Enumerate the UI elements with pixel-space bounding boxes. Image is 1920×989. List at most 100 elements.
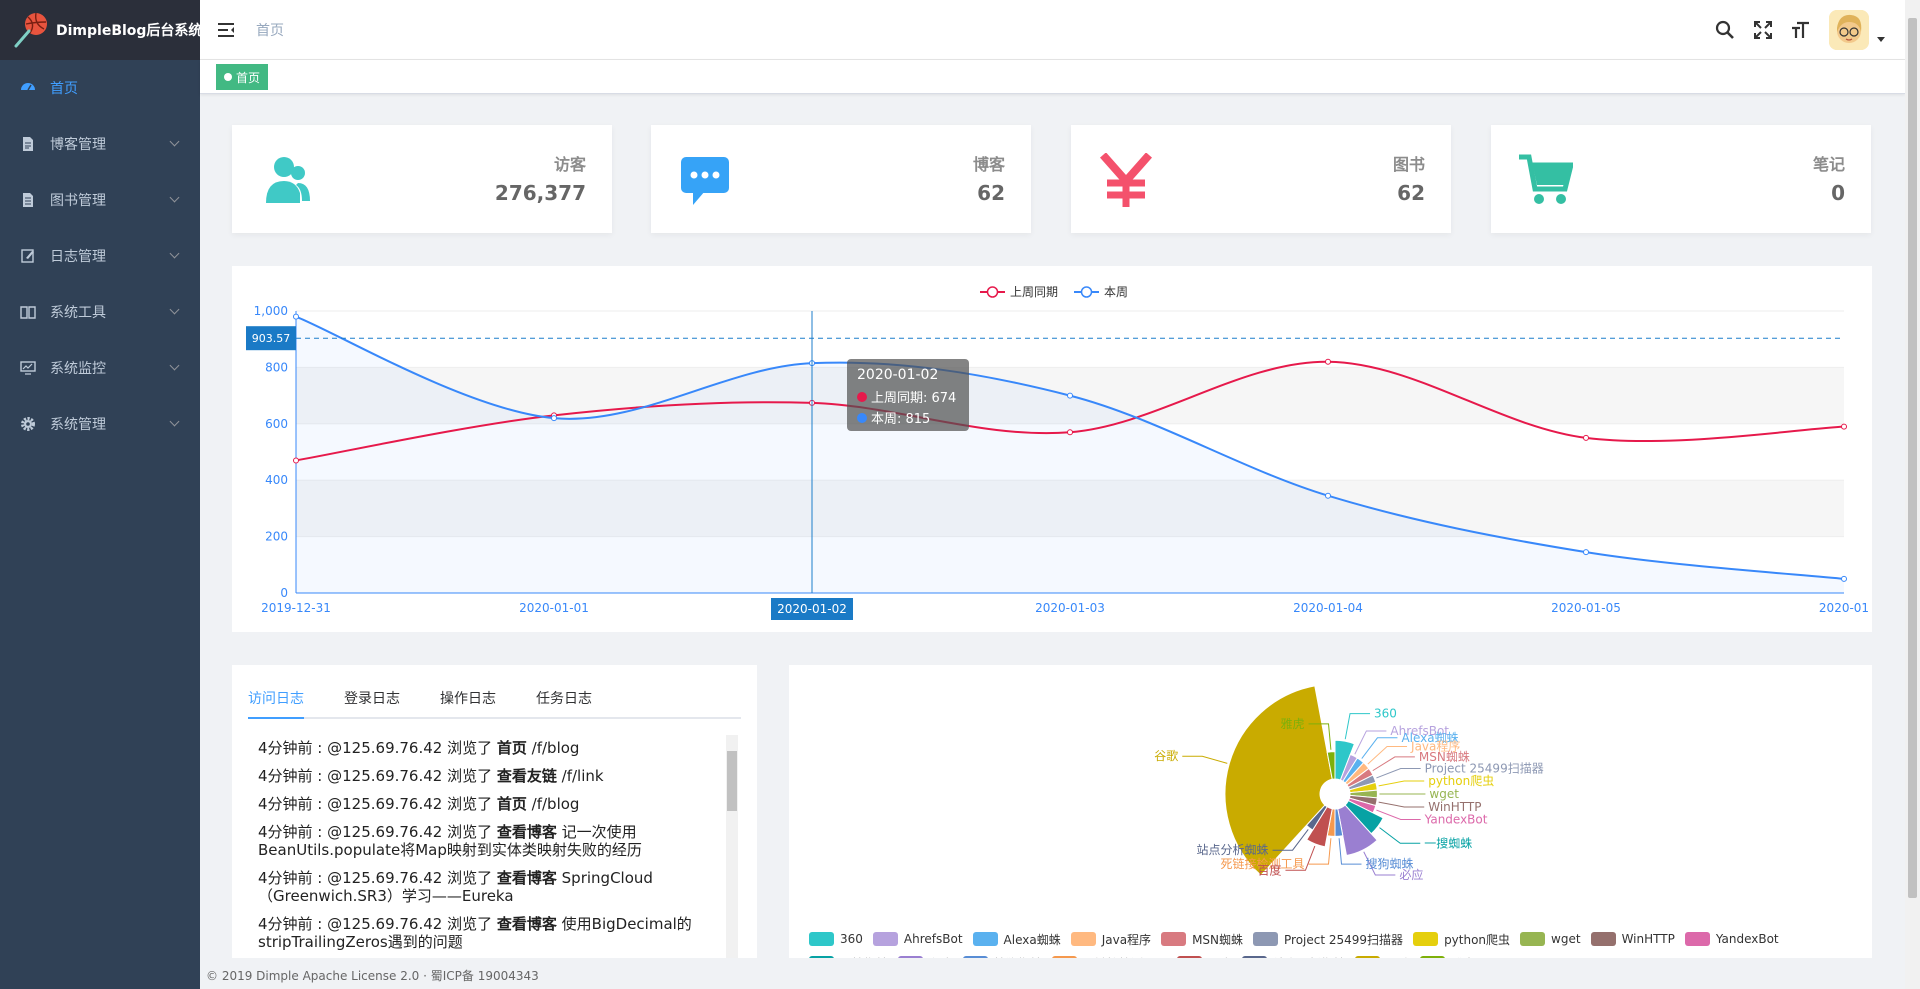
chevron-down-icon [169,360,180,371]
pie-label-line [1378,780,1425,787]
pie-label: 360 [1374,707,1397,721]
pie-center [1320,779,1350,809]
font-size-icon[interactable] [1789,18,1813,42]
legend-label: WinHTTP [1621,932,1675,946]
log-scrollbar[interactable] [726,735,738,958]
card-notes[interactable]: 笔记 0 [1491,125,1871,233]
sidebar-item-label: 图书管理 [50,193,106,209]
legend-item[interactable]: MSN蜘蛛 [1161,930,1243,948]
app-title: DimpleBlog后台系统 [56,23,203,39]
card-value: 276,377 [494,181,586,205]
tag-label: 首页 [236,70,261,85]
hamburger-icon[interactable] [216,20,236,40]
card-visitors[interactable]: 访客 276,377 [232,125,612,233]
legend-item[interactable]: Java程序 [1070,930,1151,948]
card-label: 博客 [972,155,1005,174]
chevron-down-icon [169,136,180,147]
legend-swatch [1413,932,1439,946]
card-blogs[interactable]: 博客 62 [651,125,1031,233]
tab-operation-log[interactable]: 操作日志 [440,689,496,719]
log-text: 查看博客 [496,823,557,841]
pie-chart[interactable]: 360AhrefsBotAlexa蜘蛛Java程序MSN蜘蛛Project 25… [789,665,1872,930]
y-tick-label: 1,000 [254,304,288,318]
page-scrollbar-thumb[interactable] [1908,18,1917,898]
tags-view: 首页 [200,60,1905,94]
sidebar-item-books[interactable]: 图书管理 [0,172,200,228]
log-text: 4分钟前 : @125.69.76.42 浏览了 [258,739,497,757]
tab-visit-log[interactable]: 访问日志 [248,689,304,719]
series-area [296,316,1844,593]
legend-swatch [1070,932,1096,946]
legend-item[interactable]: Alexa蜘蛛 [972,930,1061,948]
log-entry: 4分钟前 : @125.69.76.42 浏览了 查看友链 /f/link [258,767,718,785]
data-point [293,457,299,464]
y-tick-label: 400 [265,473,288,487]
sidebar-item-logs[interactable]: 日志管理 [0,228,200,284]
y-tick-label: 800 [265,360,288,374]
tag-dot [224,73,232,81]
pie-label: 一搜蜘蛛 [1424,835,1472,850]
log-text: 首页 [496,795,527,813]
pie-label-line [1379,827,1421,844]
log-text: /f/link [556,767,604,785]
legend-item[interactable]: AhrefsBot [872,930,963,948]
pie-label-line [1361,737,1398,759]
log-text: /f/blog [526,739,580,757]
search-icon[interactable] [1713,18,1737,42]
data-point [1583,549,1589,556]
pie-label-line [1378,801,1425,808]
legend-label: Project 25499扫描器 [1284,932,1404,947]
gear-icon [20,416,36,432]
log-text: 4分钟前 : @125.69.76.42 浏览了 [258,915,497,933]
sidebar-item-label: 博客管理 [50,137,106,153]
y-tick-label: 0 [280,586,288,600]
sidebar-item-tools[interactable]: 系统工具 [0,284,200,340]
pie-label-line [1376,768,1421,779]
legend-item[interactable]: 360 [809,930,863,948]
line-chart[interactable]: 0 200 400 600 800 1,000 2019-12-31 2020-01-01 20… [232,266,1872,632]
tab-login-log[interactable]: 登录日志 [344,689,400,719]
pie-legend: 360 AhrefsBot Alexa蜘蛛 Java程序 MSN蜘蛛 Project 25… [809,930,1869,958]
legend-swatch [872,932,898,946]
sidebar-item-home[interactable]: 首页 [0,60,200,116]
pie-label: 百度 [1257,862,1281,877]
data-point [1067,429,1073,436]
line-chart-panel: 0 200 400 600 800 1,000 2019-12-31 2020-01-01 20… [232,266,1872,632]
card-label: 访客 [553,155,586,174]
log-tabs: 访问日志 登录日志 操作日志 任务日志 [248,689,741,719]
sidebar-item-label: 系统监控 [50,361,106,377]
page-scrollbar[interactable] [1905,0,1920,989]
sidebar-item-label: 日志管理 [50,249,106,265]
chevron-down-icon [169,304,180,315]
money-icon [1099,152,1153,207]
card-books[interactable]: 图书 62 [1071,125,1451,233]
avatar[interactable] [1829,10,1869,50]
legend-item[interactable]: python爬虫 [1413,930,1510,948]
data-point [1325,358,1331,365]
breadcrumb: 首页 [256,22,284,39]
x-tick-label: 2020-01-03 [1035,601,1105,615]
log-entry: 4分钟前 : @125.69.76.42 浏览了 首页 /f/blog [258,739,718,757]
fullscreen-icon[interactable] [1751,18,1775,42]
pie-label: 站点分析蜘蛛 [1197,842,1269,857]
card-value: 62 [1397,181,1425,205]
caret-down-icon[interactable] [1877,36,1885,42]
pie-label: 雅虎 [1280,716,1304,731]
logo[interactable]: DimpleBlog后台系统 [0,0,203,60]
logo-icon [12,11,50,49]
tag-home[interactable]: 首页 [216,64,269,90]
x-tick-label: 2019-12-31 [261,601,331,615]
legend-marker [1080,286,1093,298]
legend-item[interactable]: wget [1520,930,1581,948]
legend-item[interactable]: Project 25499扫描器 [1253,930,1403,948]
legend-item[interactable]: WinHTTP [1590,930,1675,948]
sidebar-item-system[interactable]: 系统管理 [0,396,200,452]
legend-marker [986,286,999,298]
log-text: 4分钟前 : @125.69.76.42 浏览了 [258,869,497,887]
sidebar-item-blog[interactable]: 博客管理 [0,116,200,172]
sidebar-item-monitor[interactable]: 系统监控 [0,340,200,396]
log-scrollbar-thumb[interactable] [727,751,737,811]
log-text: 查看博客 [496,869,557,887]
tab-job-log[interactable]: 任务日志 [536,689,592,719]
legend-item[interactable]: YandexBot [1684,930,1779,948]
